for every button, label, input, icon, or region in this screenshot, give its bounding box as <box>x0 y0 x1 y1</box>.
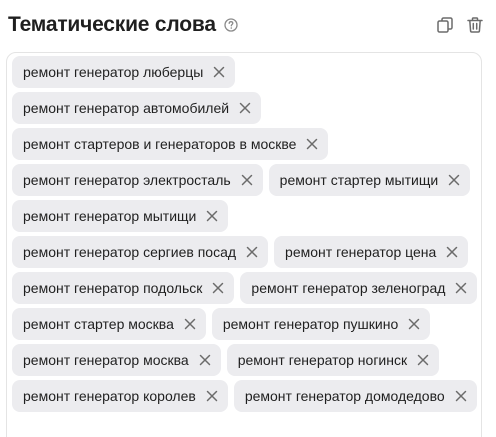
close-icon[interactable] <box>182 316 198 332</box>
keyword-chip-label: ремонт генератор подольск <box>23 280 203 296</box>
keyword-chip-label: ремонт генератор зеленоград <box>251 280 446 296</box>
keyword-chip[interactable]: ремонт генератор сергиев посад <box>12 236 269 268</box>
keyword-chip[interactable]: ремонт генератор электросталь <box>12 164 263 196</box>
close-icon[interactable] <box>239 172 255 188</box>
keyword-chip[interactable]: ремонт генератор мытищи <box>12 200 229 232</box>
keyword-chip[interactable]: ремонт генератор цена <box>274 236 469 268</box>
close-icon[interactable] <box>453 388 469 404</box>
keyword-chip-label: ремонт генератор пушкино <box>222 316 399 332</box>
keywords-panel: Тематические слова ремонт генератор любе… <box>0 0 496 437</box>
close-icon[interactable] <box>204 388 220 404</box>
keyword-chip[interactable]: ремонт генератор москва <box>12 344 221 376</box>
keyword-chip[interactable]: ремонт генератор королев <box>12 380 228 412</box>
close-icon[interactable] <box>444 244 460 260</box>
keyword-chip-label: ремонт генератор цена <box>285 244 437 260</box>
keyword-chip[interactable]: ремонт генератор подольск <box>12 272 235 304</box>
keyword-chip-label: ремонт генератор автомобилей <box>23 100 230 116</box>
keyword-chip-label: ремонт генератор королев <box>23 388 196 404</box>
keyword-chip[interactable]: ремонт генератор домодедово <box>233 380 477 412</box>
close-icon[interactable] <box>197 352 213 368</box>
copy-icon[interactable] <box>434 14 456 36</box>
keyword-chip[interactable]: ремонт генератор ногинск <box>226 344 440 376</box>
keyword-chip-label: ремонт генератор люберцы <box>23 64 204 80</box>
keyword-chip[interactable]: ремонт генератор пушкино <box>211 308 431 340</box>
close-icon[interactable] <box>446 172 462 188</box>
close-icon[interactable] <box>210 280 226 296</box>
close-icon[interactable] <box>204 208 220 224</box>
close-icon[interactable] <box>211 64 227 80</box>
keyword-chip[interactable]: ремонт стартер москва <box>12 308 206 340</box>
close-icon[interactable] <box>406 316 422 332</box>
keyword-chip[interactable]: ремонт генератор зеленоград <box>240 272 478 304</box>
close-icon[interactable] <box>304 136 320 152</box>
keyword-chip[interactable]: ремонт стартеров и генераторов в москве <box>12 128 329 160</box>
keyword-chip-label: ремонт стартер москва <box>23 316 174 332</box>
panel-title: Тематические слова <box>8 13 216 36</box>
keyword-chip-label: ремонт стартер мытищи <box>279 172 439 188</box>
keyword-chip-label: ремонт генератор домодедово <box>244 388 445 404</box>
trash-icon[interactable] <box>464 14 486 36</box>
keyword-chip-label: ремонт стартеров и генераторов в москве <box>23 136 297 152</box>
close-icon[interactable] <box>415 352 431 368</box>
keyword-chip-label: ремонт генератор мытищи <box>23 208 197 224</box>
close-icon[interactable] <box>453 280 469 296</box>
keyword-chip-label: ремонт генератор сергиев посад <box>23 244 237 260</box>
keyword-chip[interactable]: ремонт стартер мытищи <box>268 164 471 196</box>
keyword-chip-label: ремонт генератор ногинск <box>237 352 408 368</box>
header-actions <box>434 14 486 36</box>
keyword-chip-label: ремонт генератор москва <box>23 352 189 368</box>
close-icon[interactable] <box>244 244 260 260</box>
panel-header: Тематические слова <box>8 10 486 40</box>
help-icon[interactable] <box>224 18 238 32</box>
keyword-chip[interactable]: ремонт генератор люберцы <box>12 56 236 88</box>
keyword-chip-label: ремонт генератор электросталь <box>23 172 231 188</box>
keyword-chip[interactable]: ремонт генератор автомобилей <box>12 92 262 124</box>
close-icon[interactable] <box>237 100 253 116</box>
keyword-chip-list: ремонт генератор люберцы ремонт генератор… <box>12 56 482 412</box>
